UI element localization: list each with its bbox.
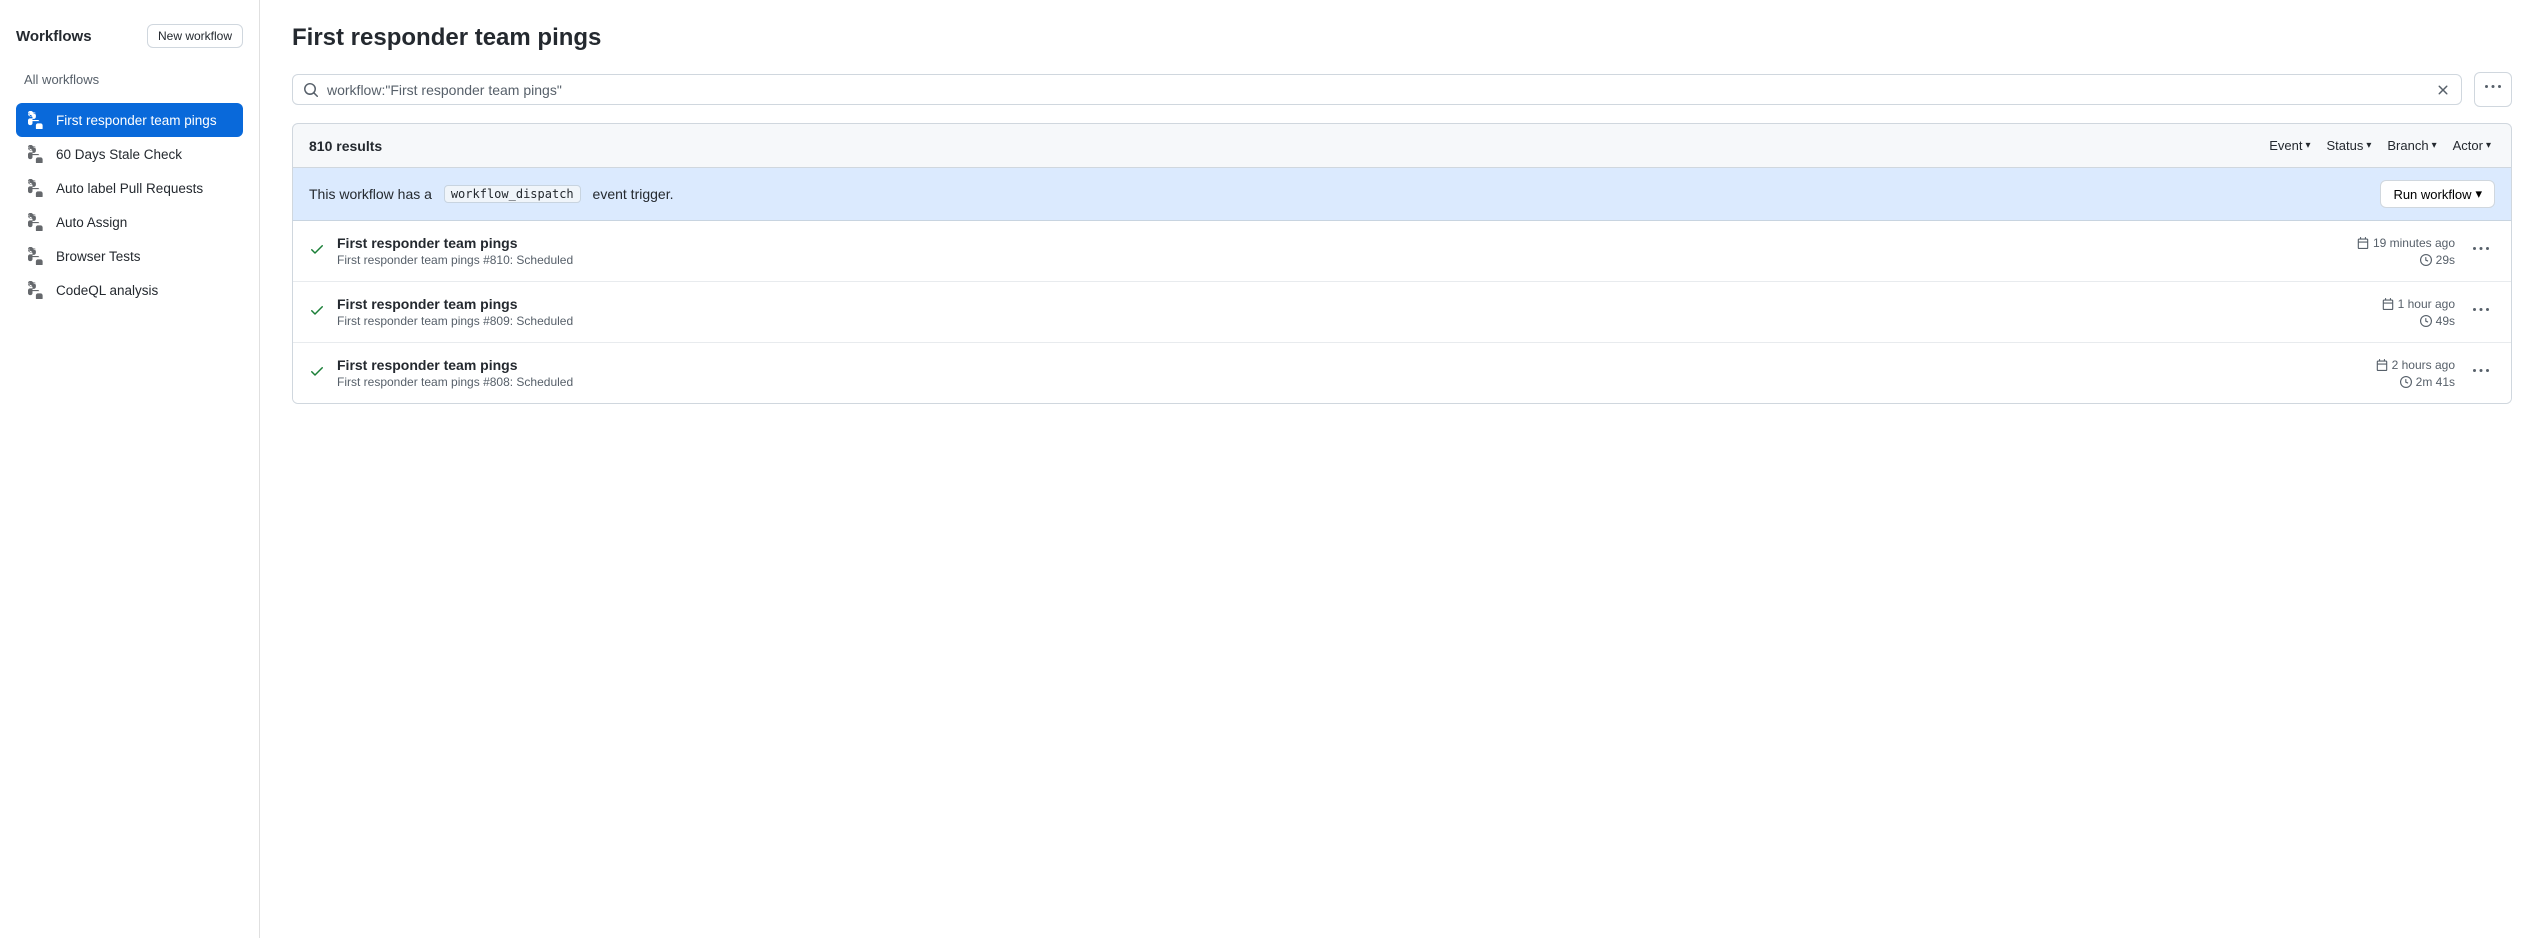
branch-filter-chevron: ▾: [2432, 140, 2437, 151]
run-info: First responder team pings First respond…: [337, 357, 2313, 389]
sidebar-item-label: 60 Days Stale Check: [56, 147, 182, 162]
run-subtitle: First responder team pings #809: Schedul…: [337, 314, 2313, 328]
workflow-icon: [28, 111, 46, 129]
status-filter-chevron: ▾: [2366, 140, 2371, 151]
run-name: First responder team pings: [337, 357, 2313, 373]
run-time: 2 hours ago: [2392, 358, 2455, 372]
sidebar-title: Workflows: [16, 28, 92, 45]
sidebar-item-auto-label-pull-requests[interactable]: Auto label Pull Requests: [16, 171, 243, 205]
clock-icon: [2420, 254, 2432, 266]
sidebar-item-label: Auto label Pull Requests: [56, 181, 203, 196]
dispatch-text: This workflow has a workflow_dispatch ev…: [309, 185, 673, 203]
sidebar-item-label: First responder team pings: [56, 113, 217, 128]
calendar-icon: [2382, 298, 2394, 310]
run-more-button[interactable]: [2467, 239, 2495, 264]
branch-filter-button[interactable]: Branch ▾: [2383, 136, 2440, 155]
run-duration-row: 2m 41s: [2400, 375, 2455, 389]
sidebar-item-first-responder-team-pings[interactable]: First responder team pings: [16, 103, 243, 137]
actor-filter-chevron: ▾: [2486, 140, 2491, 151]
results-count: 810 results: [309, 138, 382, 154]
sidebar-item-60-days-stale-check[interactable]: 60 Days Stale Check: [16, 137, 243, 171]
run-more-button[interactable]: [2467, 361, 2495, 386]
run-duration: 29s: [2436, 253, 2455, 267]
status-filter-button[interactable]: Status ▾: [2323, 136, 2376, 155]
run-duration-row: 49s: [2420, 314, 2455, 328]
clear-search-button[interactable]: [2435, 82, 2451, 98]
run-meta: 2 hours ago 2m 41s: [2325, 358, 2455, 389]
run-item[interactable]: First responder team pings First respond…: [293, 343, 2511, 403]
run-duration: 49s: [2436, 314, 2455, 328]
run-status-icon: [309, 241, 325, 262]
sidebar-header: Workflows New workflow: [16, 24, 243, 48]
run-name: First responder team pings: [337, 235, 2313, 251]
run-meta: 1 hour ago 49s: [2325, 297, 2455, 328]
filter-buttons: Event ▾ Status ▾ Branch ▾ Actor ▾: [2265, 136, 2495, 155]
search-input[interactable]: [327, 82, 2427, 98]
sidebar-item-label: CodeQL analysis: [56, 283, 158, 298]
sidebar: Workflows New workflow All workflows Fir…: [0, 0, 260, 938]
run-meta: 19 minutes ago 29s: [2325, 236, 2455, 267]
run-duration-row: 29s: [2420, 253, 2455, 267]
run-name: First responder team pings: [337, 296, 2313, 312]
run-status-icon: [309, 302, 325, 323]
workflow-icon: [28, 281, 46, 299]
run-time: 19 minutes ago: [2373, 236, 2455, 250]
search-bar: [292, 74, 2462, 105]
run-workflow-button[interactable]: Run workflow ▾: [2380, 180, 2495, 208]
calendar-icon: [2357, 237, 2369, 249]
run-time-row: 1 hour ago: [2382, 297, 2455, 311]
dispatch-text-before: This workflow has a: [309, 186, 432, 202]
calendar-icon: [2376, 359, 2388, 371]
actor-filter-button[interactable]: Actor ▾: [2449, 136, 2495, 155]
sidebar-item-label: Auto Assign: [56, 215, 127, 230]
clock-icon: [2400, 376, 2412, 388]
run-subtitle: First responder team pings #808: Schedul…: [337, 375, 2313, 389]
search-row: [292, 72, 2512, 107]
workflow-icon: [28, 213, 46, 231]
run-time-row: 2 hours ago: [2376, 358, 2455, 372]
dispatch-code: workflow_dispatch: [444, 185, 581, 203]
page-title: First responder team pings: [292, 24, 2512, 52]
run-subtitle: First responder team pings #810: Schedul…: [337, 253, 2313, 267]
runs-list: First responder team pings First respond…: [292, 221, 2512, 404]
event-filter-chevron: ▾: [2305, 140, 2310, 151]
sidebar-item-label: Browser Tests: [56, 249, 141, 264]
workflow-icon: [28, 247, 46, 265]
workflow-icon: [28, 179, 46, 197]
run-item[interactable]: First responder team pings First respond…: [293, 282, 2511, 343]
run-more-button[interactable]: [2467, 300, 2495, 325]
new-workflow-button[interactable]: New workflow: [147, 24, 243, 48]
run-item[interactable]: First responder team pings First respond…: [293, 221, 2511, 282]
sidebar-item-browser-tests[interactable]: Browser Tests: [16, 239, 243, 273]
clock-icon: [2420, 315, 2432, 327]
dispatch-text-after: event trigger.: [593, 186, 674, 202]
run-status-icon: [309, 363, 325, 384]
dispatch-banner: This workflow has a workflow_dispatch ev…: [292, 167, 2512, 221]
all-workflows-link[interactable]: All workflows: [16, 68, 243, 91]
run-workflow-chevron: ▾: [2475, 186, 2482, 202]
workflow-icon: [28, 145, 46, 163]
run-time-row: 19 minutes ago: [2357, 236, 2455, 250]
main-content: First responder team pings 810 results: [260, 0, 2544, 938]
sidebar-item-codeql-analysis[interactable]: CodeQL analysis: [16, 273, 243, 307]
run-info: First responder team pings First respond…: [337, 296, 2313, 328]
sidebar-item-auto-assign[interactable]: Auto Assign: [16, 205, 243, 239]
search-icon: [303, 81, 319, 98]
sidebar-items-list: First responder team pings 60 Days Stale…: [16, 103, 243, 307]
run-duration: 2m 41s: [2416, 375, 2455, 389]
results-header: 810 results Event ▾ Status ▾ Branch ▾ Ac…: [292, 123, 2512, 167]
more-options-button[interactable]: [2474, 72, 2512, 107]
event-filter-button[interactable]: Event ▾: [2265, 136, 2314, 155]
run-info: First responder team pings First respond…: [337, 235, 2313, 267]
run-time: 1 hour ago: [2398, 297, 2455, 311]
